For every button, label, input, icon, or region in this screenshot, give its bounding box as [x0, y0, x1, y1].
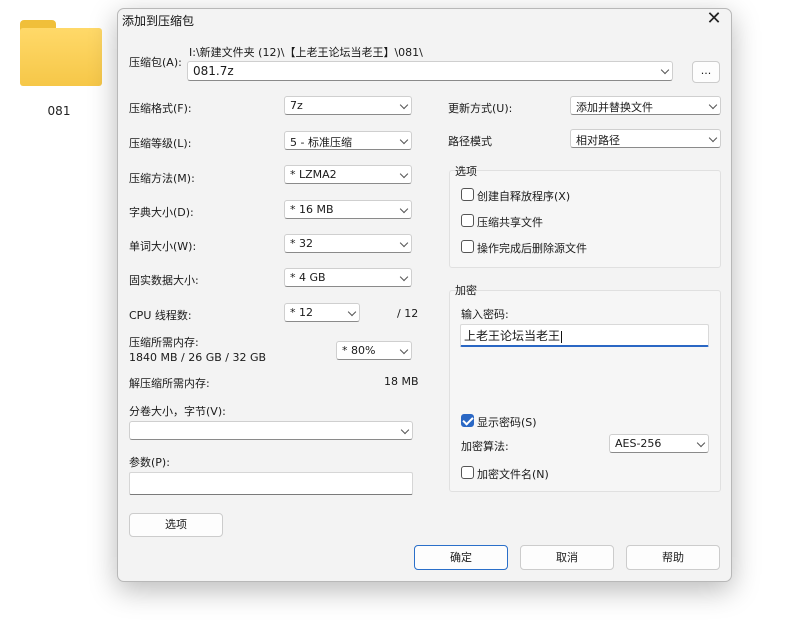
cpu-label: CPU 线程数:: [129, 309, 192, 322]
chevron-down-icon: [696, 438, 706, 448]
format-label: 压缩格式(F):: [129, 102, 192, 115]
mem-decomp-value: 18 MB: [384, 375, 419, 388]
chevron-down-icon: [399, 238, 409, 248]
method-select[interactable]: * LZMA2: [284, 165, 412, 184]
word-label: 单词大小(W):: [129, 240, 197, 253]
chevron-down-icon: [399, 272, 409, 282]
dict-select[interactable]: * 16 MB: [284, 200, 412, 219]
volume-select[interactable]: [129, 421, 413, 440]
path-mode-select[interactable]: 相对路径: [570, 129, 721, 148]
method-value: * LZMA2: [290, 168, 337, 181]
format-value: 7z: [290, 99, 303, 112]
cpu-total: / 12: [397, 307, 419, 320]
chevron-down-icon: [399, 204, 409, 214]
update-label: 更新方式(U):: [448, 102, 513, 115]
path-mode-value: 相对路径: [576, 134, 620, 147]
encryption-method-label: 加密算法:: [461, 440, 509, 453]
chevron-down-icon: [399, 169, 409, 179]
folder-label: 081: [47, 104, 71, 118]
sfx-checkbox[interactable]: [461, 188, 474, 201]
password-input[interactable]: 上老王论坛当老王: [460, 324, 709, 347]
level-label: 压缩等级(L):: [129, 137, 192, 150]
chevron-down-icon: [399, 100, 409, 110]
volume-label: 分卷大小，字节(V):: [129, 405, 226, 418]
dict-label: 字典大小(D):: [129, 206, 194, 219]
text-caret: [561, 330, 563, 343]
delete-source-label[interactable]: 操作完成后删除源文件: [477, 240, 587, 256]
browse-button[interactable]: ...: [692, 61, 720, 83]
word-select[interactable]: * 32: [284, 234, 412, 253]
encrypt-names-label[interactable]: 加密文件名(N): [477, 466, 549, 482]
solid-label: 固实数据大小:: [129, 274, 199, 287]
chevron-down-icon: [708, 133, 718, 143]
params-input[interactable]: [129, 472, 413, 495]
word-value: * 32: [290, 237, 313, 250]
mem-percent-value: * 80%: [342, 344, 376, 357]
options-button[interactable]: 选项: [129, 513, 223, 537]
close-icon[interactable]: ✕: [701, 9, 727, 31]
archive-name-combo[interactable]: 081.7z: [187, 61, 673, 81]
cpu-select[interactable]: * 12: [284, 303, 360, 322]
chevron-down-icon: [400, 425, 410, 435]
sfx-label[interactable]: 创建自释放程序(X): [477, 188, 570, 204]
chevron-down-icon: [399, 135, 409, 145]
chevron-down-icon: [708, 100, 718, 110]
mem-decomp-label: 解压缩所需内存:: [129, 377, 210, 390]
shared-checkbox[interactable]: [461, 214, 474, 227]
title-bar: 添加到压缩包 ✕: [118, 9, 731, 31]
level-value: 5 - 标准压缩: [290, 136, 352, 149]
shared-label[interactable]: 压缩共享文件: [477, 214, 543, 230]
encryption-method-value: AES-256: [615, 437, 662, 450]
dict-value: * 16 MB: [290, 203, 334, 216]
method-label: 压缩方法(M):: [129, 172, 195, 185]
password-value: 上老王论坛当老王: [464, 329, 561, 343]
desktop-folder[interactable]: 081: [14, 18, 104, 118]
mem-comp-value: 1840 MB / 26 GB / 32 GB: [129, 351, 267, 364]
encryption-method-select[interactable]: AES-256: [609, 434, 709, 453]
update-select[interactable]: 添加并替换文件: [570, 96, 721, 115]
solid-select[interactable]: * 4 GB: [284, 268, 412, 287]
add-to-archive-dialog: 添加到压缩包 ✕ 压缩包(A): I:\新建文件夹 (12)\【上老王论坛当老王…: [117, 8, 732, 582]
encrypt-names-checkbox[interactable]: [461, 466, 474, 479]
path-mode-label: 路径模式: [448, 135, 492, 148]
mem-comp-label: 压缩所需内存:: [129, 336, 199, 349]
chevron-down-icon: [399, 345, 409, 355]
show-password-checkbox[interactable]: [461, 414, 474, 427]
ok-button[interactable]: 确定: [414, 545, 508, 570]
folder-icon: [16, 18, 102, 88]
chevron-down-icon: [347, 307, 357, 317]
chevron-down-icon: [660, 65, 670, 75]
format-select[interactable]: 7z: [284, 96, 412, 115]
archive-name-value: 081.7z: [193, 64, 234, 78]
enter-password-label: 输入密码:: [461, 308, 509, 321]
cpu-value: * 12: [290, 306, 313, 319]
options-group-title: 选项: [455, 165, 477, 178]
show-password-label[interactable]: 显示密码(S): [477, 414, 537, 430]
delete-source-checkbox[interactable]: [461, 240, 474, 253]
mem-percent-select[interactable]: * 80%: [336, 341, 412, 360]
cancel-button[interactable]: 取消: [520, 545, 614, 570]
solid-value: * 4 GB: [290, 271, 326, 284]
params-label: 参数(P):: [129, 456, 170, 469]
help-button[interactable]: 帮助: [626, 545, 720, 570]
dialog-title: 添加到压缩包: [122, 14, 195, 28]
archive-label: 压缩包(A):: [129, 56, 182, 69]
encryption-group-title: 加密: [455, 284, 477, 297]
level-select[interactable]: 5 - 标准压缩: [284, 131, 412, 150]
archive-path: I:\新建文件夹 (12)\【上老王论坛当老王】\081\: [189, 46, 423, 59]
update-value: 添加并替换文件: [576, 101, 653, 114]
